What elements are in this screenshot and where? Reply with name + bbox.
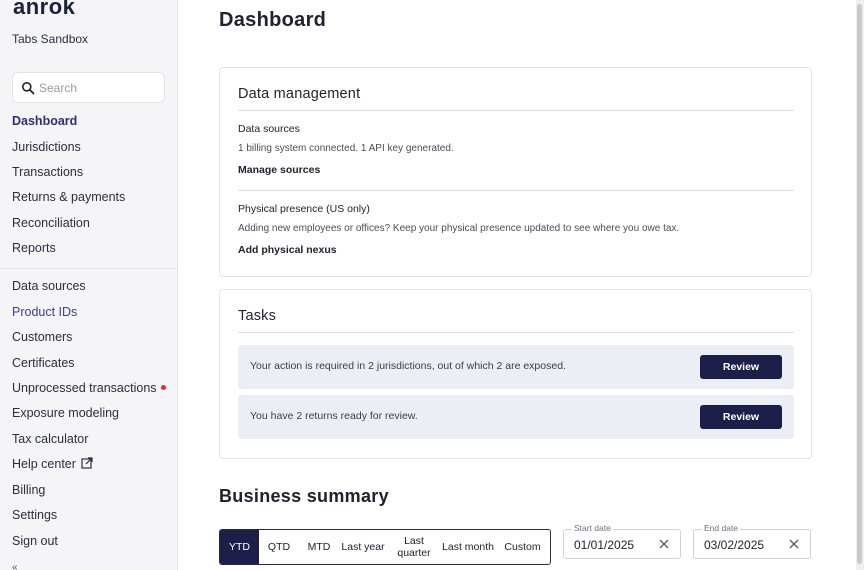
data-management-card: Data management Data sources 1 billing s… [219, 67, 812, 277]
workspace-name[interactable]: Tabs Sandbox [12, 32, 88, 46]
page-title: Dashboard [219, 9, 327, 31]
divider [238, 110, 794, 111]
nav-help-center[interactable]: Help center [12, 457, 93, 471]
nav-settings[interactable]: Settings [12, 508, 57, 522]
nav-tax-calculator[interactable]: Tax calculator [12, 432, 88, 446]
nav-certificates[interactable]: Certificates [12, 356, 75, 370]
nav-billing[interactable]: Billing [12, 483, 45, 497]
data-management-title: Data management [238, 86, 361, 102]
external-link-icon [81, 457, 93, 469]
task-item: Your action is required in 2 jurisdictio… [238, 345, 794, 389]
search-input[interactable] [39, 79, 159, 97]
period-custom[interactable]: Custom [495, 530, 550, 564]
nav-help-center-label: Help center [12, 457, 76, 471]
nav-unprocessed-label: Unprocessed transactions [12, 381, 157, 395]
task-item: You have 2 returns ready for review. Rev… [238, 395, 794, 439]
period-last-quarter[interactable]: Last quarter [387, 530, 441, 564]
nav-returns-payments[interactable]: Returns & payments [12, 190, 125, 204]
nav-customers[interactable]: Customers [12, 330, 72, 344]
period-ytd[interactable]: YTD [220, 530, 259, 564]
app-logo[interactable]: anrok [13, 0, 75, 20]
search-box[interactable] [12, 72, 165, 103]
task-text: Your action is required in 2 jurisdictio… [250, 360, 566, 372]
data-sources-description: 1 billing system connected. 1 API key ge… [238, 143, 454, 154]
review-button[interactable]: Review [700, 355, 782, 379]
scrollbar[interactable] [856, 0, 864, 570]
nav-sign-out[interactable]: Sign out [12, 534, 58, 548]
period-qtd[interactable]: QTD [259, 530, 299, 564]
add-physical-nexus-link[interactable]: Add physical nexus [238, 244, 337, 256]
end-date-field[interactable]: End date 03/02/2025 [693, 523, 811, 559]
clear-icon[interactable] [788, 538, 800, 550]
nav-reconciliation[interactable]: Reconciliation [12, 216, 90, 230]
end-date-label: End date [702, 523, 741, 533]
nav-reports[interactable]: Reports [12, 241, 56, 255]
end-date-value[interactable]: 03/02/2025 [704, 538, 764, 552]
period-last-year[interactable]: Last year [339, 530, 387, 564]
nav-exposure-modeling[interactable]: Exposure modeling [12, 406, 119, 420]
nav-jurisdictions[interactable]: Jurisdictions [12, 140, 81, 154]
sidebar: anrok Tabs Sandbox Dashboard Jurisdictio… [0, 0, 178, 570]
nav-dashboard[interactable]: Dashboard [12, 114, 77, 128]
alert-dot-icon [160, 385, 166, 391]
period-last-month[interactable]: Last month [441, 530, 495, 564]
collapse-sidebar-icon[interactable]: « [12, 562, 18, 570]
nav-data-sources[interactable]: Data sources [12, 279, 86, 293]
nav-unprocessed-transactions[interactable]: Unprocessed transactions [12, 381, 166, 395]
start-date-label: Start date [572, 523, 613, 533]
physical-presence-description: Adding new employees or offices? Keep yo… [238, 223, 680, 234]
task-text: You have 2 returns ready for review. [250, 410, 418, 422]
data-sources-label: Data sources [238, 123, 300, 135]
nav-transactions[interactable]: Transactions [12, 165, 83, 179]
nav-divider [0, 268, 178, 269]
period-selector: YTD QTD MTD Last year Last quarter Last … [219, 529, 551, 565]
clear-icon[interactable] [658, 538, 670, 550]
period-mtd[interactable]: MTD [299, 530, 339, 564]
business-summary-title: Business summary [219, 486, 389, 506]
physical-presence-label: Physical presence (US only) [238, 203, 370, 215]
tasks-card: Tasks Your action is required in 2 juris… [219, 289, 812, 459]
review-button[interactable]: Review [700, 405, 782, 429]
search-icon [22, 82, 35, 95]
divider [238, 332, 794, 333]
divider [238, 190, 794, 191]
start-date-value[interactable]: 01/01/2025 [574, 538, 634, 552]
nav-product-ids[interactable]: Product IDs [12, 305, 77, 319]
start-date-field[interactable]: Start date 01/01/2025 [563, 523, 681, 559]
scrollbar-thumb[interactable] [857, 4, 862, 564]
tasks-title: Tasks [238, 308, 277, 324]
manage-sources-link[interactable]: Manage sources [238, 164, 320, 176]
